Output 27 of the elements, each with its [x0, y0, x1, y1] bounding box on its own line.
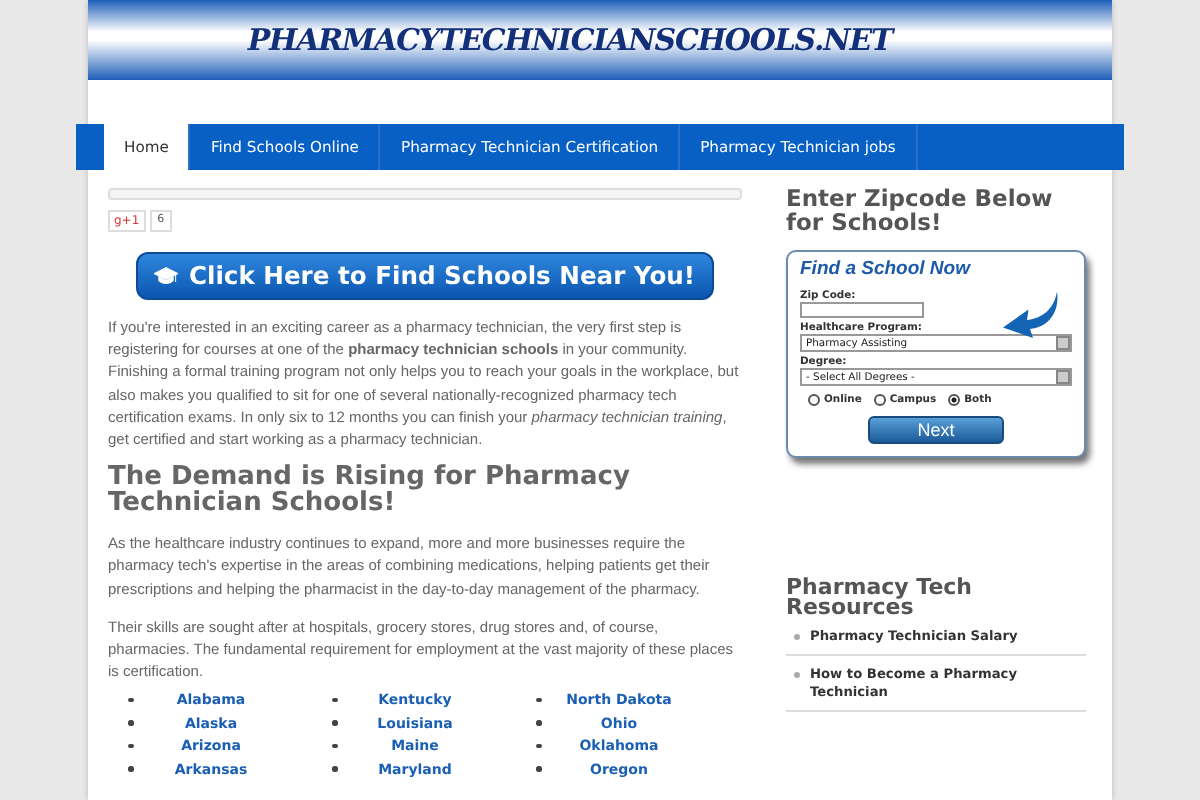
- curved-arrow-icon: [1000, 288, 1060, 340]
- bullet-icon: [332, 743, 337, 749]
- radio-button[interactable]: [808, 394, 820, 406]
- next-button[interactable]: Next: [868, 416, 1004, 444]
- sidebar-heading: Pharmacy Tech Resources: [786, 578, 975, 618]
- bullet-icon: [332, 766, 337, 772]
- bullet-icon: [536, 743, 541, 749]
- sidebar-heading: Enter Zipcode Below for Schools!: [786, 186, 1055, 234]
- bullet-icon: [128, 720, 133, 726]
- bullet-icon: [536, 720, 541, 726]
- bullet-icon: [128, 697, 133, 703]
- graduation-cap-icon: [154, 266, 179, 286]
- bullet-icon: [332, 697, 337, 703]
- find-schools-button[interactable]: Click Here to Find Schools Near You!: [136, 252, 714, 300]
- radio-button[interactable]: [948, 394, 961, 406]
- site-title[interactable]: PHARMACYTECHNICIANSCHOOLS.NET: [247, 22, 893, 58]
- bullet-icon: [794, 633, 800, 639]
- zip-code-field[interactable]: [800, 302, 924, 318]
- bullet-icon: [128, 743, 133, 749]
- section-heading: The Demand is Rising for Pharmacy Technician Schools!: [108, 466, 632, 517]
- bullet-icon: [794, 671, 800, 677]
- bullet-icon: [332, 720, 337, 726]
- form-title: Find a School Now: [800, 258, 973, 280]
- bullet-icon: [536, 697, 541, 703]
- bullet-icon: [536, 766, 541, 772]
- radio-button[interactable]: [873, 394, 886, 406]
- bullet-icon: [128, 766, 133, 772]
